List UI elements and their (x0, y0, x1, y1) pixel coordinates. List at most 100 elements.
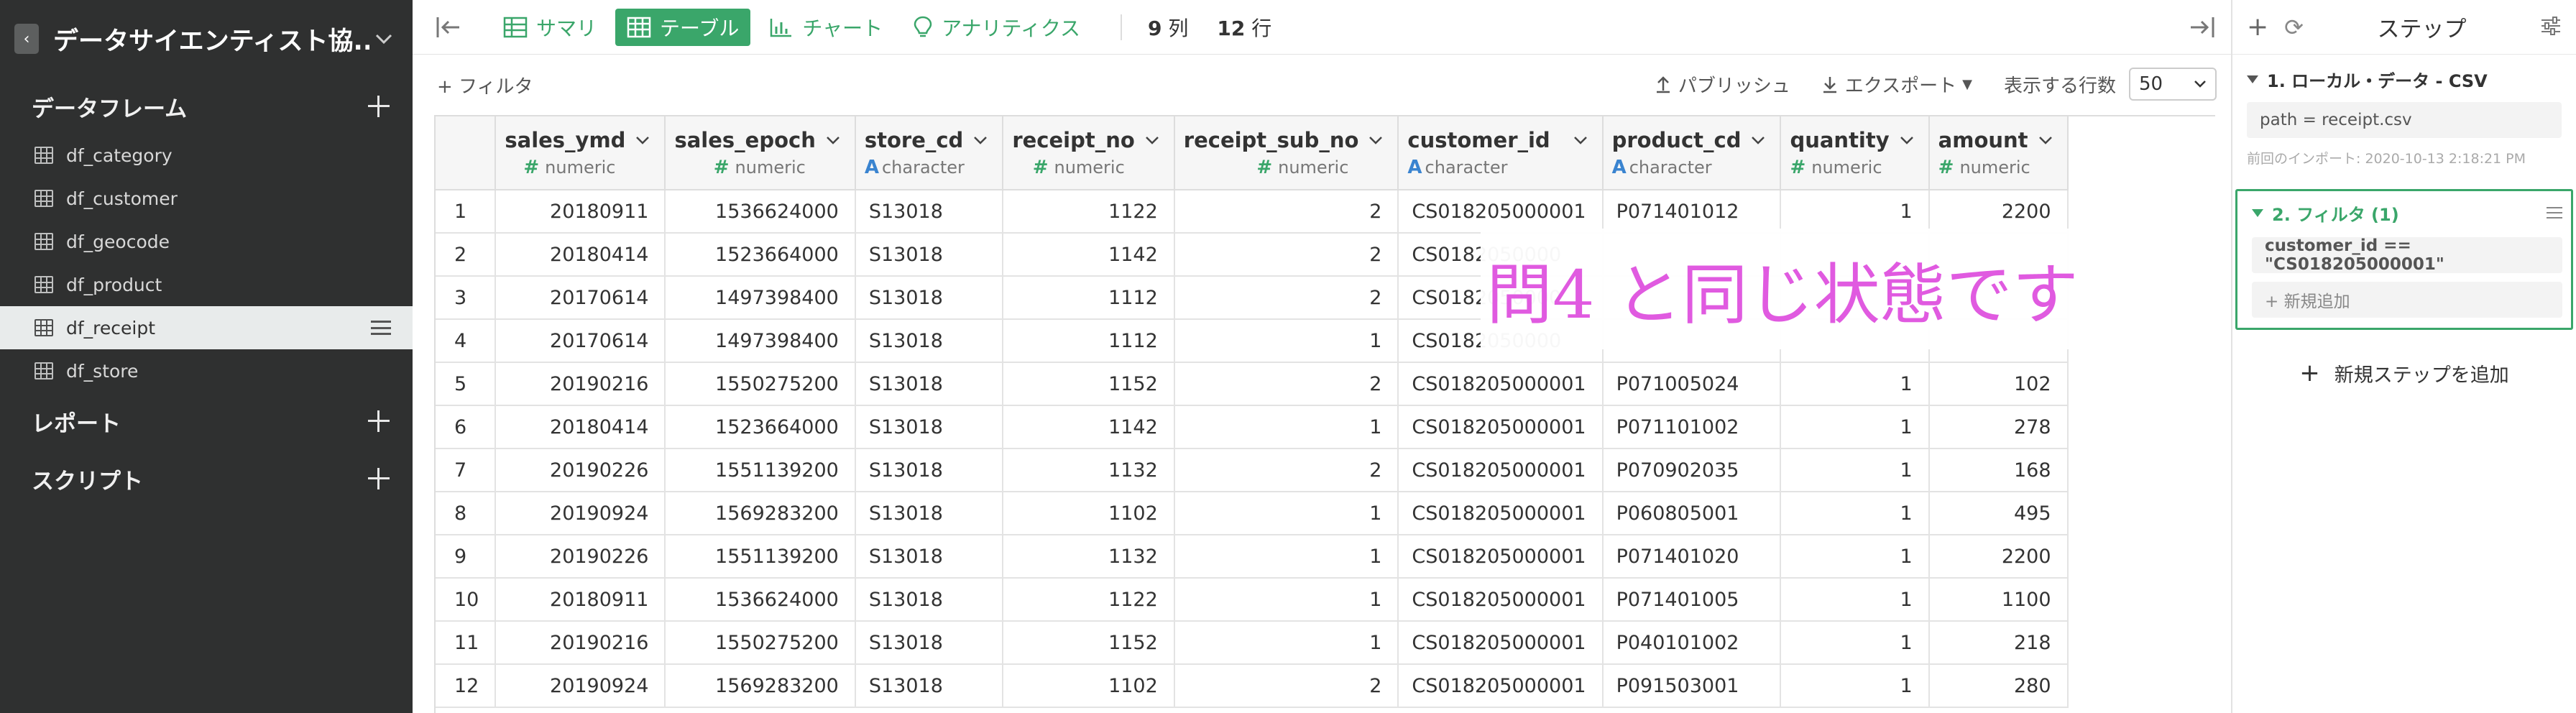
cell[interactable]: 20190216 (495, 621, 666, 665)
add-script-icon[interactable] (367, 466, 391, 491)
cell[interactable]: 1497398400 (665, 276, 856, 320)
cell[interactable]: P070902035 (1602, 448, 1782, 492)
cell[interactable]: P071401020 (1602, 535, 1782, 579)
cell[interactable]: 20170614 (495, 276, 666, 320)
tab-table[interactable]: テーブル (615, 8, 751, 46)
cell[interactable]: 2 (1174, 190, 1399, 234)
add-report-icon[interactable] (367, 409, 391, 433)
cell[interactable]: 1142 (1003, 405, 1175, 449)
cell[interactable]: P091503001 (1602, 664, 1782, 708)
cell[interactable]: 2 (1174, 448, 1399, 492)
cell[interactable]: 280 (1928, 664, 2069, 708)
cell[interactable]: 1536624000 (665, 190, 856, 234)
cell[interactable]: 1 (1174, 535, 1399, 579)
cell[interactable]: 1551139200 (665, 448, 856, 492)
cell[interactable]: 1132 (1003, 448, 1175, 492)
sidebar-item-df-customer[interactable]: df_customer (0, 177, 413, 220)
cell[interactable]: 1 (1780, 362, 1930, 406)
cell[interactable]: 1 (1780, 535, 1930, 579)
step-1-title[interactable]: 1. ローカル・データ - CSV (2247, 66, 2562, 92)
cell[interactable]: 1 (1780, 492, 1930, 535)
cell[interactable]: 1569283200 (665, 492, 856, 535)
cell[interactable]: 1152 (1003, 362, 1175, 406)
cell[interactable]: S13018 (855, 233, 1004, 277)
column-header-store-cd[interactable]: store_cd Acharacter (855, 116, 1004, 190)
cell[interactable]: S13018 (855, 362, 1004, 406)
cell[interactable]: 1550275200 (665, 362, 856, 406)
cell[interactable]: 20190216 (495, 362, 666, 406)
settings-sliders-icon[interactable] (2540, 16, 2562, 39)
column-header-sales-epoch[interactable]: sales_epoch # numeric (665, 116, 856, 190)
column-header-sales-ymd[interactable]: sales_ymd # numeric (495, 116, 666, 190)
cell[interactable]: 495 (1928, 492, 2069, 535)
cell[interactable]: 1 (1174, 405, 1399, 449)
cell[interactable]: S13018 (855, 621, 1004, 665)
cell[interactable]: CS018205000001 (1398, 664, 1604, 708)
cell[interactable]: 20190226 (495, 535, 666, 579)
cell[interactable]: S13018 (855, 190, 1004, 234)
cell[interactable]: 1 (1780, 664, 1930, 708)
cell[interactable]: 1497398400 (665, 319, 856, 363)
cell[interactable]: 20190226 (495, 448, 666, 492)
cell[interactable]: 1112 (1003, 276, 1175, 320)
cell[interactable]: CS018205000001 (1398, 621, 1604, 665)
cell[interactable]: S13018 (855, 448, 1004, 492)
cell[interactable]: 20170614 (495, 319, 666, 363)
cell[interactable]: CS018205000001 (1398, 362, 1604, 406)
cell[interactable]: CS018205000001 (1398, 190, 1604, 234)
cell[interactable]: CS018205000001 (1398, 492, 1604, 535)
cell[interactable]: 1 (1174, 492, 1399, 535)
sidebar-item-df-receipt[interactable]: df_receipt (0, 306, 413, 349)
cell[interactable]: S13018 (855, 405, 1004, 449)
cell[interactable]: 2200 (1928, 535, 2069, 579)
cell[interactable]: 278 (1928, 405, 2069, 449)
cell[interactable]: 1 (1780, 405, 1930, 449)
tab-analytics[interactable]: アナリティクス (901, 9, 1092, 46)
cell[interactable]: S13018 (855, 535, 1004, 579)
back-button[interactable]: ‹ (14, 24, 39, 54)
sidebar-item-df-store[interactable]: df_store (0, 349, 413, 392)
cell[interactable]: 20180414 (495, 405, 666, 449)
cell[interactable]: P040101002 (1602, 621, 1782, 665)
cell[interactable]: 218 (1928, 621, 2069, 665)
cell[interactable]: 102 (1928, 362, 2069, 406)
cell[interactable]: 168 (1928, 448, 2069, 492)
cell[interactable]: CS018205000001 (1398, 448, 1604, 492)
cell[interactable]: 2 (1174, 276, 1399, 320)
cell[interactable]: S13018 (855, 578, 1004, 622)
cell[interactable]: 20190924 (495, 664, 666, 708)
cell[interactable]: CS018205000001 (1398, 578, 1604, 622)
add-icon[interactable]: + (2247, 12, 2268, 42)
cell[interactable]: 1523664000 (665, 405, 856, 449)
cell[interactable]: 1102 (1003, 492, 1175, 535)
sidebar-item-df-category[interactable]: df_category (0, 134, 413, 177)
cell[interactable]: 20180911 (495, 190, 666, 234)
add-step-button[interactable]: + 新規ステップを追加 (2232, 359, 2576, 387)
cell[interactable]: S13018 (855, 276, 1004, 320)
cell[interactable]: S13018 (855, 319, 1004, 363)
cell[interactable]: P060805001 (1602, 492, 1782, 535)
filter-condition[interactable]: customer_id == "CS018205000001" (2252, 236, 2562, 274)
step-2[interactable]: 2. フィルタ (1) customer_id == "CS0182050000… (2235, 189, 2573, 330)
cell[interactable]: 1102 (1003, 664, 1175, 708)
column-header-quantity[interactable]: quantity # numeric (1780, 116, 1930, 190)
tab-summary[interactable]: サマリ (492, 9, 608, 46)
cell[interactable]: S13018 (855, 664, 1004, 708)
cell[interactable]: 1523664000 (665, 233, 856, 277)
expand-panel-icon[interactable] (2188, 13, 2217, 45)
publish-button[interactable]: パブリッシュ (1655, 71, 1790, 98)
cell[interactable]: 1569283200 (665, 664, 856, 708)
cell[interactable]: 1112 (1003, 319, 1175, 363)
cell[interactable]: 1122 (1003, 578, 1175, 622)
cell[interactable]: 2 (1174, 362, 1399, 406)
cell[interactable]: 1152 (1003, 621, 1175, 665)
tab-chart[interactable]: チャート (758, 9, 894, 46)
cell[interactable]: 20180911 (495, 578, 666, 622)
cell[interactable]: 1 (1780, 190, 1930, 234)
cell[interactable]: P071005024 (1602, 362, 1782, 406)
column-header-receipt-sub-no[interactable]: receipt_sub_no # numeric (1174, 116, 1399, 190)
export-button[interactable]: エクスポート ▼ (1822, 71, 1972, 98)
cell[interactable]: 1550275200 (665, 621, 856, 665)
cell[interactable]: 2 (1174, 664, 1399, 708)
column-header-product-cd[interactable]: product_cd Acharacter (1602, 116, 1782, 190)
